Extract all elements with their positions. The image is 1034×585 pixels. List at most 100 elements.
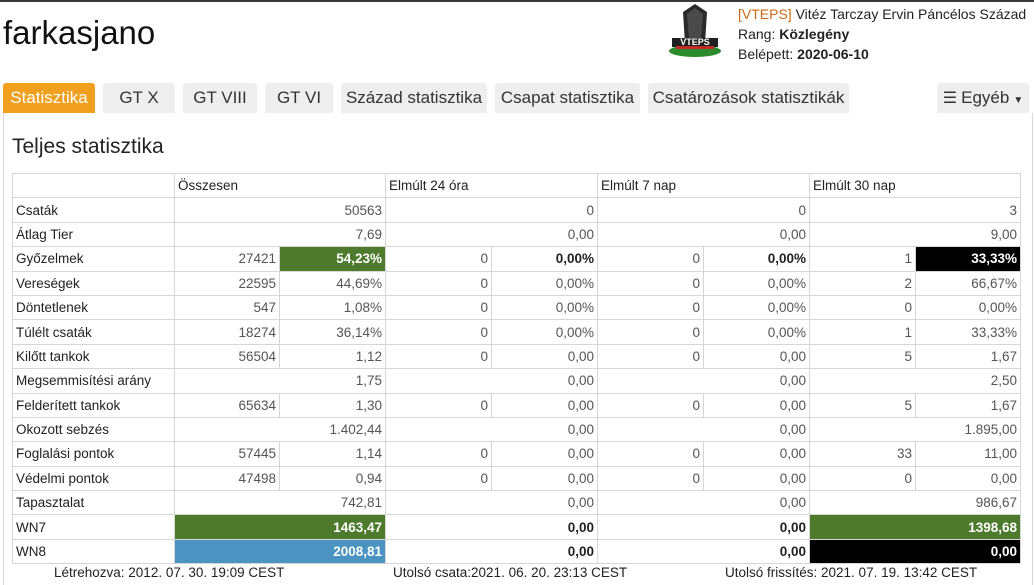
clan-rank-line: Rang: Közlegény bbox=[738, 24, 1026, 44]
row-label: Védelmi pontok bbox=[12, 465, 175, 492]
cell-24h-rate: 0,00% bbox=[490, 270, 599, 296]
clan-logo: VTEPS bbox=[669, 4, 721, 57]
table-row: Döntetlenek 547 1,08% 0 0,00% 0 0,00% 0 … bbox=[12, 294, 1022, 321]
cell-7d-rate: 0,00% bbox=[703, 319, 811, 345]
cell-24h-count: 0 bbox=[385, 319, 492, 345]
row-label: WN8 bbox=[12, 538, 175, 565]
tab-csapat-statisztika[interactable]: Csapat statisztika bbox=[495, 83, 640, 113]
tab-gt-viii[interactable]: GT VIII bbox=[183, 83, 257, 113]
section-title: Teljes statisztika bbox=[12, 135, 164, 158]
cell-24h: 0,00 bbox=[384, 490, 599, 516]
table-row: Győzelmek 27421 54,23% 0 0,00% 0 0,00% 1… bbox=[12, 246, 1022, 272]
cell-24h-count: 0 bbox=[385, 465, 492, 492]
cell-24h: 0,00 bbox=[384, 221, 599, 248]
clan-tag[interactable]: [VTEPS] bbox=[738, 6, 792, 22]
table-row: Vereségek 22595 44,69% 0 0,00% 0 0,00% 2… bbox=[12, 270, 1022, 296]
cell-7d-rate: 0,00 bbox=[703, 465, 811, 492]
row-label: Túlélt csaták bbox=[12, 319, 175, 345]
cell-total: 7,69 bbox=[174, 221, 386, 248]
more-menu-label: Egyéb bbox=[961, 88, 1010, 107]
cell-24h-rate: 0,00 bbox=[490, 392, 599, 418]
cell-30d-count: 1 bbox=[809, 319, 917, 345]
stats-table: Összesen Elmúlt 24 óra Elmúlt 7 nap Elmú… bbox=[12, 172, 1022, 565]
row-label: Foglalási pontok bbox=[12, 441, 175, 467]
cell-total-count: 27421 bbox=[174, 246, 280, 272]
cell-24h-rate: 0,00 bbox=[490, 343, 599, 370]
cell-7d: 0,00 bbox=[597, 490, 811, 516]
cell-24h-rate: 0,00% bbox=[490, 319, 599, 345]
table-row: WN7 1463,47 0,00 0,00 1398,68 bbox=[12, 514, 1022, 540]
cell-7d-count: 0 bbox=[597, 392, 705, 418]
table-row: Kilőtt tankok 56504 1,12 0 0,00 0 0,00 5… bbox=[12, 343, 1022, 370]
table-row: WN8 2008,81 0,00 0,00 0,00 bbox=[12, 538, 1022, 565]
cell-30d-rate: 0,00% bbox=[915, 294, 1022, 321]
row-label: Kilőtt tankok bbox=[12, 343, 175, 370]
cell-30d-rate: 0,00 bbox=[915, 465, 1022, 492]
cell-total-rate: 1,08% bbox=[279, 294, 386, 321]
cell-total-count: 57445 bbox=[174, 441, 280, 467]
cell-total-rate: 1,14 bbox=[279, 441, 386, 467]
clan-rank: Közlegény bbox=[779, 26, 850, 42]
cell-24h-count: 0 bbox=[385, 270, 492, 296]
cell-30d-count: 2 bbox=[809, 270, 917, 296]
clan-line: [VTEPS] Vitéz Tarczay Ervin Páncélos Szá… bbox=[738, 4, 1026, 24]
table-row: Foglalási pontok 57445 1,14 0 0,00 0 0,0… bbox=[12, 441, 1022, 467]
tab-statisztika[interactable]: Statisztika bbox=[3, 83, 95, 113]
tab-gt-vi[interactable]: GT VI bbox=[265, 83, 333, 113]
clan-logo-text: VTEPS bbox=[680, 37, 710, 47]
header-7d: Elmúlt 7 nap bbox=[597, 172, 811, 199]
cell-7d-count: 0 bbox=[597, 246, 705, 272]
row-label: Győzelmek bbox=[12, 246, 175, 272]
cell-7d-rate: 0,00 bbox=[703, 441, 811, 467]
cell-24h-count: 0 bbox=[385, 343, 492, 370]
cell-7d-rate: 0,00 bbox=[703, 392, 811, 418]
row-label: Felderített tankok bbox=[12, 392, 175, 418]
cell-7d-count: 0 bbox=[597, 294, 705, 321]
cell-30d-count: 5 bbox=[809, 392, 917, 418]
cell-total: 1.402,44 bbox=[174, 416, 386, 443]
row-label: WN7 bbox=[12, 514, 175, 540]
row-label: Döntetlenek bbox=[12, 294, 175, 321]
cell-total-count: 47498 bbox=[174, 465, 280, 492]
clan-name[interactable]: Vitéz Tarczay Ervin Páncélos Század bbox=[796, 6, 1027, 22]
clan-joined-line: Belépett: 2020-06-10 bbox=[738, 44, 1026, 64]
clan-joined-date: 2020-06-10 bbox=[797, 46, 869, 62]
cell-total-rate: 44,69% bbox=[279, 270, 386, 296]
cell-30d: 2,50 bbox=[809, 368, 1022, 394]
clan-rank-label: Rang: bbox=[738, 26, 776, 42]
cell-30d-count: 1 bbox=[809, 246, 917, 272]
cell-7d-rate: 0,00% bbox=[703, 270, 811, 296]
tab-bar: Statisztika GT X GT VIII GT VI Század st… bbox=[3, 83, 1033, 113]
cell-30d-rate: 1,67 bbox=[915, 343, 1022, 370]
cell-30d-rate: 11,00 bbox=[915, 441, 1022, 467]
header-24h: Elmúlt 24 óra bbox=[384, 172, 599, 199]
tab-szazad-statisztika[interactable]: Század statisztika bbox=[341, 83, 487, 113]
cell-7d-rating: 0,00 bbox=[597, 514, 811, 540]
cell-total-count: 56504 bbox=[174, 343, 280, 370]
cell-24h: 0,00 bbox=[384, 416, 599, 443]
header-30d: Elmúlt 30 nap bbox=[809, 172, 1022, 199]
tab-gt-x[interactable]: GT X bbox=[103, 83, 175, 113]
cell-total: 742,81 bbox=[174, 490, 386, 516]
cell-total-count: 65634 bbox=[174, 392, 280, 418]
row-label: Megsemmisítési arány bbox=[12, 368, 175, 394]
cell-30d: 3 bbox=[809, 197, 1022, 223]
caret-down-icon: ▼ bbox=[1013, 95, 1024, 106]
cell-30d-count: 33 bbox=[809, 441, 917, 467]
table-row: Túlélt csaták 18274 36,14% 0 0,00% 0 0,0… bbox=[12, 319, 1022, 345]
cell-total: 50563 bbox=[174, 197, 386, 223]
cell-total-count: 18274 bbox=[174, 319, 280, 345]
cell-30d-rate: 66,67% bbox=[915, 270, 1022, 296]
cell-24h-rate: 0,00 bbox=[490, 465, 599, 492]
cell-7d-rating: 0,00 bbox=[597, 538, 811, 565]
cell-24h-rate: 0,00% bbox=[490, 294, 599, 321]
cell-30d-count: 0 bbox=[809, 465, 917, 492]
cell-total-rate: 1,30 bbox=[279, 392, 386, 418]
cell-7d-count: 0 bbox=[597, 343, 705, 370]
cell-total: 1,75 bbox=[174, 368, 386, 394]
cell-total-rating: 2008,81 bbox=[174, 538, 386, 565]
more-menu-button[interactable]: ☰ Egyéb ▼ bbox=[937, 83, 1029, 113]
clan-info: [VTEPS] Vitéz Tarczay Ervin Páncélos Szá… bbox=[738, 4, 1026, 64]
cell-7d-rate: 0,00% bbox=[703, 294, 811, 321]
tab-csatarozasok-statisztikak[interactable]: Csatározások statisztikák bbox=[648, 83, 849, 113]
